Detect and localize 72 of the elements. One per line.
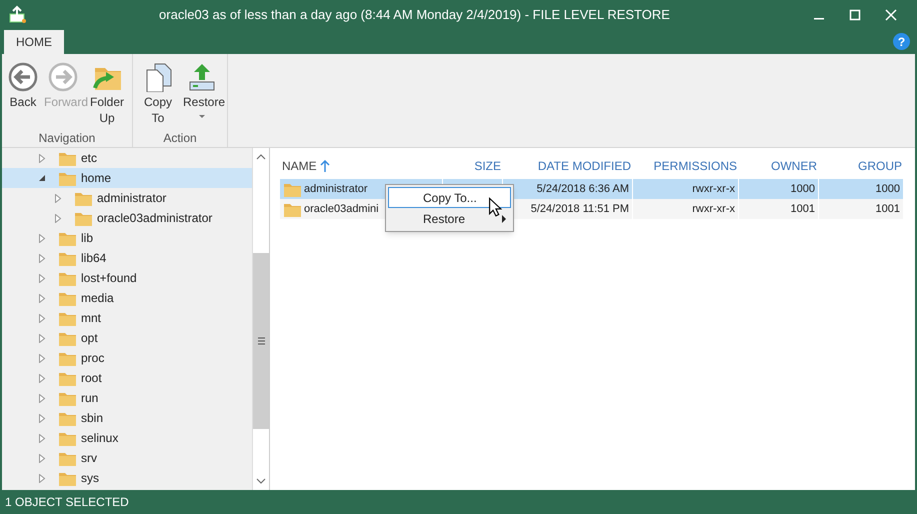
- expand-arrow-icon: [38, 254, 46, 262]
- tree-item[interactable]: lib: [2, 228, 252, 248]
- tree-item[interactable]: srv: [2, 448, 252, 468]
- expand-arrow-icon: [38, 334, 46, 342]
- expand-arrow-icon: [38, 454, 46, 462]
- group-label: Action: [162, 130, 198, 147]
- tree-item[interactable]: mnt: [2, 308, 252, 328]
- tree-item[interactable]: run: [2, 388, 252, 408]
- table-cell-text: administrator: [304, 182, 368, 197]
- column-header[interactable]: OWNER: [739, 157, 819, 175]
- table-cell-text: rwxr-xr-x: [692, 202, 735, 217]
- expand-arrow-icon: [38, 274, 46, 282]
- group-label: Navigation: [38, 130, 96, 147]
- table-cell-text: 1000: [876, 182, 900, 197]
- expand-arrow-icon: [38, 434, 46, 442]
- status-text: 1 OBJECT SELECTED: [5, 494, 129, 511]
- tree-item[interactable]: oracle03administrator: [2, 208, 252, 228]
- table-cell-text: oracle03admini: [304, 202, 379, 217]
- grip-icon: [258, 337, 265, 345]
- expand-arrow-icon: [38, 154, 46, 162]
- scroll-up-icon: [256, 154, 266, 160]
- tree-item[interactable]: media: [2, 288, 252, 308]
- table-cell-text: rwxr-xr-x: [692, 182, 735, 197]
- expand-arrow-icon: [38, 294, 46, 302]
- table-cell-text: 1001: [876, 202, 900, 217]
- expand-arrow-icon: [38, 394, 46, 402]
- expand-arrow-icon: [54, 194, 62, 202]
- expand-arrow-icon: [38, 474, 46, 482]
- expand-arrow-icon: [38, 414, 46, 422]
- scroll-thumb[interactable]: [253, 253, 269, 429]
- scrollbar[interactable]: [252, 148, 269, 490]
- scroll-down-icon: [256, 478, 266, 484]
- tree-item[interactable]: root: [2, 368, 252, 388]
- table-cell-text: 1001: [790, 202, 815, 217]
- tree-item[interactable]: selinux: [2, 428, 252, 448]
- expand-arrow-icon: [54, 214, 62, 222]
- tree-item[interactable]: sys: [2, 468, 252, 488]
- copy-button[interactable]: Copy To: [136, 62, 180, 126]
- minimize-icon: [814, 18, 824, 20]
- expand-arrow-icon: [38, 374, 46, 382]
- sort-arrow-icon: [320, 160, 330, 172]
- column-header[interactable]: DATE MODIFIED: [503, 157, 633, 175]
- tree-item[interactable]: lost+found: [2, 268, 252, 288]
- caret-icon: [198, 114, 206, 119]
- window-title: oracle03 as of less than a day ago (8:44 AM Monday 2/4/2019) - FILE LEVEL RESTORE: [158, 6, 671, 24]
- menu-item[interactable]: Copy To...: [388, 187, 511, 208]
- maximize-icon: [848, 8, 862, 22]
- column-header[interactable]: NAME: [280, 157, 443, 175]
- submenu-arrow-icon: [502, 214, 506, 222]
- tree-item[interactable]: home: [2, 168, 252, 188]
- tree-item[interactable]: lib64: [2, 248, 252, 268]
- ribbon-tab[interactable]: HOME: [4, 30, 64, 54]
- expand-arrow-icon: [38, 354, 46, 362]
- close-icon: [884, 8, 898, 22]
- collapse-arrow-icon: [38, 174, 46, 182]
- table-cell-text: 5/24/2018 6:36 AM: [536, 182, 629, 197]
- restore-icon: [187, 62, 217, 92]
- table-cell-text: 5/24/2018 11:51 PM: [530, 202, 629, 217]
- expand-arrow-icon: [38, 234, 46, 242]
- tree-item[interactable]: etc: [2, 148, 252, 168]
- back-button[interactable]: Back: [5, 62, 41, 110]
- column-header[interactable]: SIZE: [443, 157, 503, 175]
- tree-item[interactable]: administrator: [2, 188, 252, 208]
- column-header[interactable]: PERMISSIONS: [633, 157, 739, 175]
- column-header[interactable]: GROUP: [819, 157, 904, 175]
- tree-item[interactable]: opt: [2, 328, 252, 348]
- tree-item[interactable]: proc: [2, 348, 252, 368]
- table-cell-text: 1000: [790, 182, 815, 197]
- app-logo-icon: [8, 5, 28, 25]
- expand-arrow-icon: [38, 314, 46, 322]
- restore-button[interactable]: Restore: [180, 62, 224, 119]
- tree-item[interactable]: sbin: [2, 408, 252, 428]
